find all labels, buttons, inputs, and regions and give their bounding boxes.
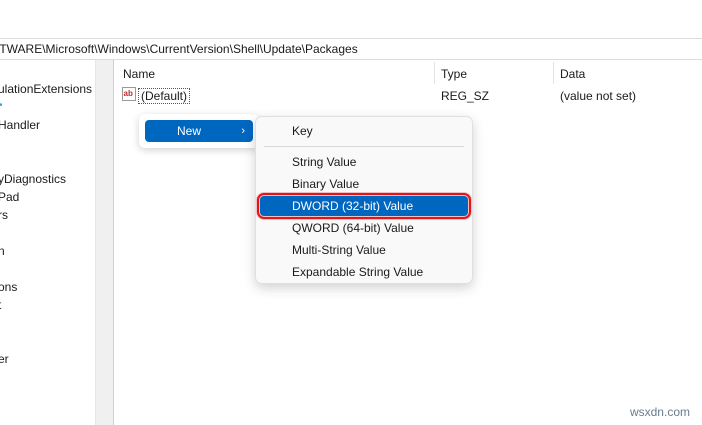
menu-item-label: Multi-String Value xyxy=(292,243,386,257)
tree-node[interactable]: yDiagnostics xyxy=(0,171,66,187)
tree-node-dot: • xyxy=(0,98,3,114)
column-header-name[interactable]: Name xyxy=(123,66,155,82)
registry-editor-window: FTWARE\Microsoft\Windows\CurrentVersion\… xyxy=(0,0,702,425)
column-header-type[interactable]: Type xyxy=(441,66,467,82)
value-row-type: REG_SZ xyxy=(441,89,490,103)
menu-item-dword-value[interactable]: DWORD (32-bit) Value xyxy=(257,193,471,219)
svg-text:ab: ab xyxy=(124,89,133,98)
tree-scrollbar[interactable] xyxy=(95,60,113,425)
menu-item-binary-value[interactable]: Binary Value xyxy=(260,174,468,194)
window-top-area xyxy=(0,0,702,38)
menu-item-key[interactable]: Key xyxy=(260,121,468,141)
tree-node[interactable]: ons xyxy=(0,279,17,295)
new-menu-item[interactable]: New › xyxy=(145,120,253,142)
menu-item-multi-string-value[interactable]: Multi-String Value xyxy=(260,240,468,260)
address-path: FTWARE\Microsoft\Windows\CurrentVersion\… xyxy=(0,42,358,56)
new-menu-label: New xyxy=(177,124,202,138)
new-submenu: Key String Value Binary Value DWORD (32-… xyxy=(255,116,473,284)
tree-node[interactable]: ulationExtensions xyxy=(0,81,92,97)
menu-item-label: Expandable String Value xyxy=(292,265,424,279)
column-separator[interactable] xyxy=(434,62,435,84)
menu-divider xyxy=(264,146,464,147)
tree-node[interactable]: rs xyxy=(0,207,8,223)
menu-item-label: DWORD (32-bit) Value xyxy=(292,199,414,213)
menu-item-string-value[interactable]: String Value xyxy=(260,152,468,172)
column-header-data[interactable]: Data xyxy=(560,66,585,82)
menu-item-label: QWORD (64-bit) Value xyxy=(292,221,414,235)
menu-item-label: Key xyxy=(292,124,313,138)
value-row-data: (value not set) xyxy=(560,89,637,103)
menu-item-qword-value[interactable]: QWORD (64-bit) Value xyxy=(260,218,468,238)
tree-node[interactable]: Pad xyxy=(0,189,19,205)
tree-node[interactable]: t xyxy=(0,297,1,313)
watermark: wsxdn.com xyxy=(629,405,690,419)
tree-node[interactable]: er xyxy=(0,351,9,367)
menu-item-expandable-string-value[interactable]: Expandable String Value xyxy=(260,262,468,282)
tree-node[interactable]: Handler xyxy=(0,117,40,133)
value-row-name[interactable]: (Default) xyxy=(138,88,191,104)
string-value-icon: ab xyxy=(122,87,136,101)
menu-item-label: String Value xyxy=(292,155,357,169)
column-separator[interactable] xyxy=(553,62,554,84)
tree-node[interactable]: n xyxy=(0,243,5,259)
menu-item-label: Binary Value xyxy=(292,177,360,191)
address-bar[interactable]: FTWARE\Microsoft\Windows\CurrentVersion\… xyxy=(0,38,702,60)
key-tree-pane[interactable]: ulationExtensions • Handler yDiagnostics… xyxy=(0,60,95,425)
chevron-right-icon: › xyxy=(241,125,245,137)
